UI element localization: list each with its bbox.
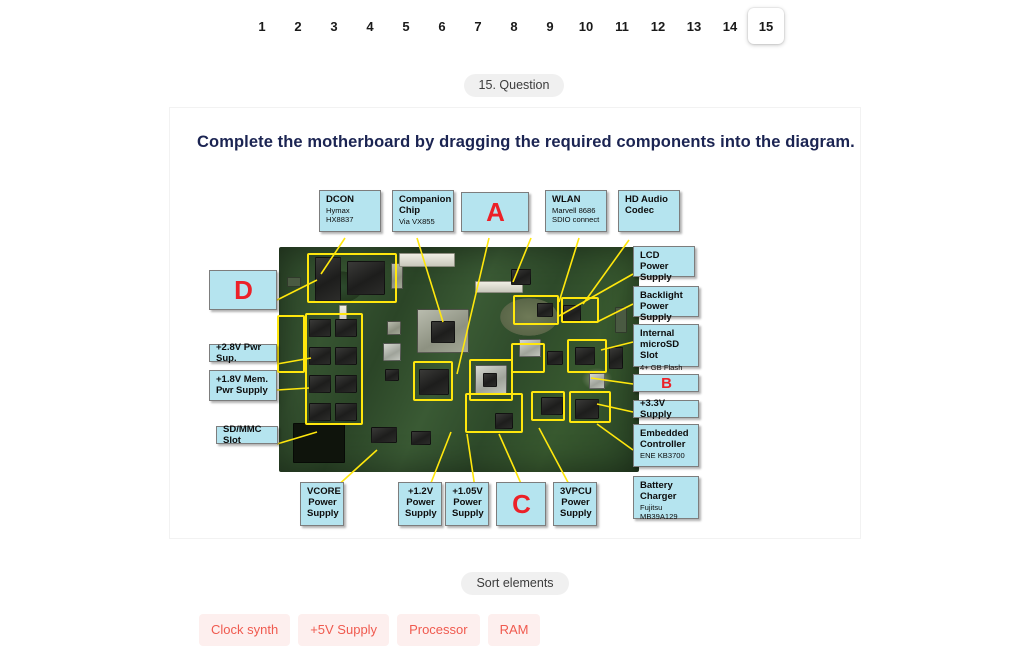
draggable-item-5v-supply[interactable]: +5V Supply (298, 614, 390, 646)
callout-1v05-line1: +1.05V (452, 486, 483, 497)
callout-microsd-subtitle: 4+ GB Flash (640, 362, 683, 372)
dropzone-a[interactable]: A (461, 192, 529, 232)
page-button-8[interactable]: 8 (496, 8, 532, 44)
callout-sd-mmc-label: SD/MMC Slot (223, 423, 262, 446)
page-button-5[interactable]: 5 (388, 8, 424, 44)
callout-battery-line1: Battery (640, 480, 673, 491)
page-button-9[interactable]: 9 (532, 8, 568, 44)
callout-1v05-power-supply[interactable]: +1.05V Power Supply (445, 482, 489, 526)
callout-companion-chip-title-line1: Companion (399, 194, 452, 205)
callout-ec-subtitle: ENE KB3700 (640, 451, 685, 461)
callout-vcore-line2: Power (308, 497, 337, 509)
callout-1v2-line1: +1.2V (407, 486, 434, 497)
sort-pill-container: Sort elements (170, 572, 860, 595)
question-card: Complete the motherboard by dragging the… (170, 108, 860, 538)
page-button-3[interactable]: 3 (316, 8, 352, 44)
page-button-10[interactable]: 10 (568, 8, 604, 44)
page-button-2[interactable]: 2 (280, 8, 316, 44)
callout-backlight-line1: Backlight (640, 290, 683, 301)
page-button-7[interactable]: 7 (460, 8, 496, 44)
question-title: Complete the motherboard by dragging the… (197, 133, 855, 151)
sort-elements-badge: Sort elements (461, 572, 569, 595)
callout-lcd-power-line2: Supply (640, 272, 672, 284)
callout-1v05-line3: Supply (452, 508, 484, 520)
dropzone-c-letter: C (512, 489, 531, 519)
draggable-item-ram[interactable]: RAM (487, 614, 541, 646)
draggable-elements-list: Clock synth +5V Supply Processor RAM (199, 614, 541, 646)
callout-battery-charger[interactable]: Battery Charger Fujitsu MB39A129 (633, 476, 699, 522)
dropzone-b-letter: B (661, 374, 672, 392)
callout-1v2-power-supply[interactable]: +1.2V Power Supply (398, 482, 442, 526)
page-button-15-current[interactable]: 15 (748, 8, 784, 44)
callout-internal-microsd-slot[interactable]: Internal microSD Slot 4+ GB Flash (633, 324, 699, 372)
callout-3vpcu-line2: Power (561, 497, 590, 509)
callout-companion-chip[interactable]: Companion Chip Via VX855 (392, 190, 454, 232)
callout-1v2-line3: Supply (405, 508, 437, 520)
question-number-badge: 15. Question (463, 74, 565, 97)
callout-wlan-title: WLAN (552, 194, 581, 205)
dropzone-d[interactable]: D (209, 270, 277, 310)
callout-wlan[interactable]: WLAN Marvell 8686 SDIO connect (545, 190, 607, 232)
callout-ec-line2: Controller (640, 439, 686, 451)
callout-ec-line1: Embedded (640, 428, 689, 439)
dropzone-c[interactable]: C (496, 482, 546, 526)
callout-sd-mmc-slot[interactable]: SD/MMC Slot (216, 423, 278, 446)
callout-3vpcu-line3: Supply (560, 508, 592, 520)
callout-backlight-power-supply[interactable]: Backlight Power Supply (633, 286, 699, 323)
callout-vcore-line1: VCORE (307, 486, 341, 497)
callout-backlight-line2: Power Supply (640, 301, 672, 324)
callout-microsd-line1: Internal (640, 328, 675, 339)
callout-vcore-line3: Supply (307, 508, 339, 520)
page-button-11[interactable]: 11 (604, 8, 640, 44)
callout-embedded-controller[interactable]: Embedded Controller ENE KB3700 (633, 424, 699, 467)
question-pill-container: 15. Question (0, 74, 1028, 97)
callout-3vpcu-line1: 3VPCU (560, 486, 592, 497)
dropzone-b[interactable]: B (633, 374, 699, 392)
callout-hd-audio-codec-line2: Codec (625, 205, 655, 217)
dropzone-d-letter: D (234, 275, 253, 305)
callout-3v3-supply[interactable]: +3.3V Supply (633, 397, 699, 420)
page-button-12[interactable]: 12 (640, 8, 676, 44)
callout-companion-chip-subtitle: Via VX855 (399, 217, 435, 227)
callout-lcd-power-supply[interactable]: LCD Power Supply (633, 246, 695, 283)
pagination: 1 2 3 4 5 6 7 8 9 10 11 12 13 14 15 (0, 0, 1028, 52)
callout-3v3-supply-label: +3.3V Supply (640, 397, 672, 420)
callout-hd-audio-codec-line1: HD Audio (625, 194, 668, 205)
page-button-4[interactable]: 4 (352, 8, 388, 44)
callout-2v8-label: +2.8V Pwr Sup. (216, 341, 262, 364)
draggable-item-processor[interactable]: Processor (397, 614, 480, 646)
callout-1v8-line1: +1.8V Mem. (216, 374, 269, 385)
page-button-13[interactable]: 13 (676, 8, 712, 44)
callout-dcon[interactable]: DCON Hymax HX8837 (319, 190, 381, 232)
page-button-6[interactable]: 6 (424, 8, 460, 44)
draggable-item-clock-synth[interactable]: Clock synth (199, 614, 291, 646)
callout-dcon-subtitle: Hymax HX8837 (326, 206, 354, 225)
callout-lcd-power-line1: LCD Power (640, 250, 669, 273)
callout-vcore-power-supply[interactable]: VCORE Power Supply (300, 482, 344, 526)
callout-wlan-subtitle-line2: SDIO connect (552, 215, 600, 225)
callout-battery-line2: Charger (640, 491, 677, 503)
callout-1v2-line2: Power (406, 497, 435, 509)
callout-dcon-title: DCON (326, 194, 354, 205)
page-button-1[interactable]: 1 (244, 8, 280, 44)
callout-1v8-line2: Pwr Supply (216, 385, 268, 397)
callout-companion-chip-title-line2: Chip (399, 205, 421, 217)
callout-microsd-line2: microSD Slot (640, 339, 680, 362)
callout-hd-audio-codec[interactable]: HD Audio Codec (618, 190, 680, 232)
callout-battery-subtitle: Fujitsu MB39A129 (640, 503, 678, 522)
callout-3vpcu-power-supply[interactable]: 3VPCU Power Supply (553, 482, 597, 526)
dropzone-a-letter: A (486, 197, 505, 227)
callout-2v8-power-supply[interactable]: +2.8V Pwr Sup. (209, 341, 277, 364)
page-button-14[interactable]: 14 (712, 8, 748, 44)
callout-1v05-line2: Power (453, 497, 482, 509)
motherboard-diagram[interactable]: DCON Hymax HX8837 Companion Chip Via VX8… (199, 182, 709, 537)
callout-1v8-mem-power-supply[interactable]: +1.8V Mem. Pwr Supply (209, 370, 277, 401)
